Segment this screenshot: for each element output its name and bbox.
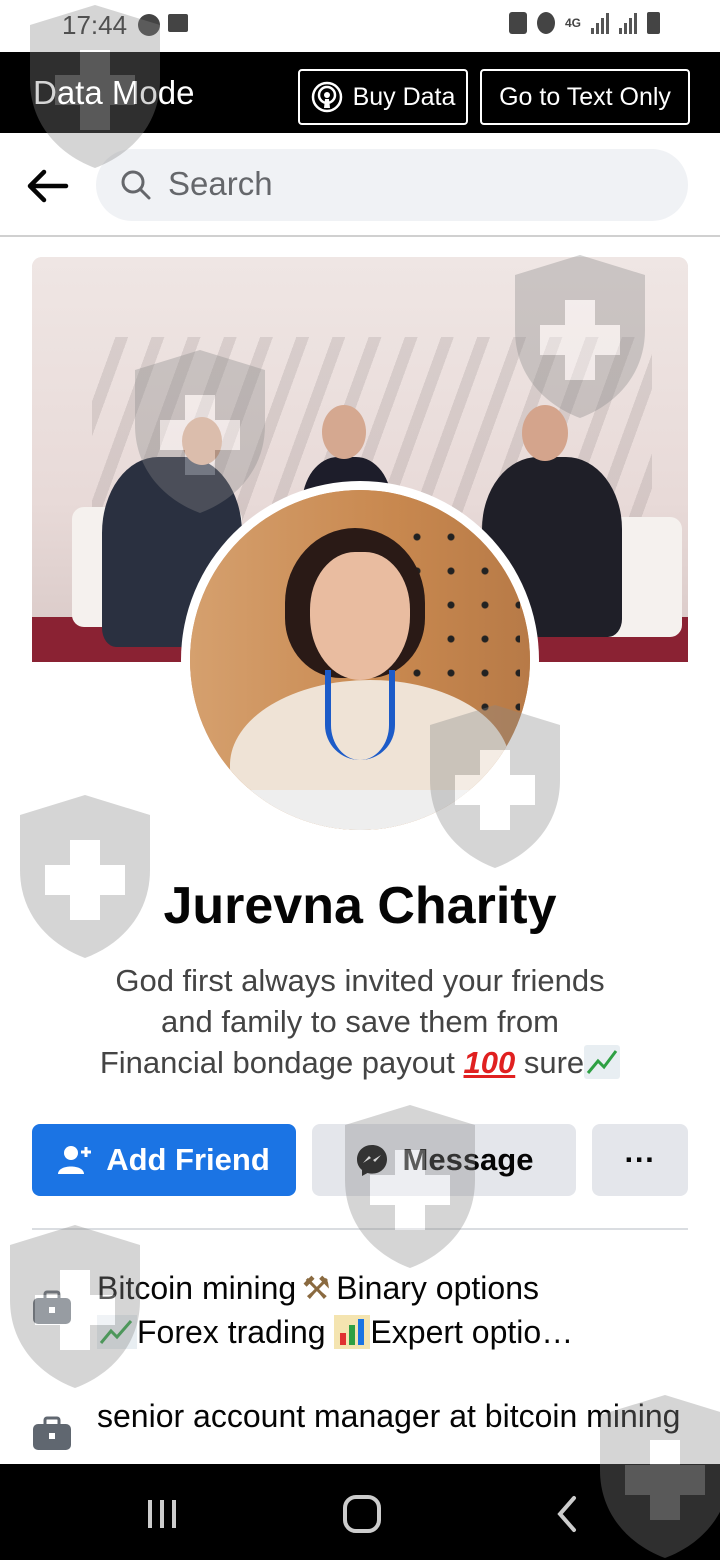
detail-2-text: senior account manager at bitcoin mining xyxy=(97,1398,681,1434)
chart-increasing-icon xyxy=(97,1315,137,1349)
home-icon[interactable] xyxy=(342,1494,382,1534)
profile-picture[interactable] xyxy=(190,490,530,830)
buy-data-button[interactable]: Buy Data xyxy=(298,69,468,125)
chat-notification-icon xyxy=(168,14,188,32)
network-type: 4G xyxy=(564,15,581,30)
add-friend-button[interactable]: Add Friend xyxy=(32,1124,296,1196)
data-mode-bar: Data Mode Buy Data Go to Text Only xyxy=(0,52,720,133)
message-label: Message xyxy=(402,1142,534,1177)
bio-line-1: God first always invited your friends xyxy=(115,963,605,998)
detail-1-line-1a: Bitcoin mining xyxy=(97,1270,297,1306)
alarm-icon xyxy=(536,12,555,34)
detail-item-work-1[interactable]: Bitcoin mining ⚒ Binary options Forex trad… xyxy=(32,1266,688,1366)
search-icon xyxy=(121,170,151,200)
profile-bio: God first always invited your friends an… xyxy=(60,960,660,1083)
detail-1-line-2a: Forex trading xyxy=(137,1314,326,1350)
more-icon: ··· xyxy=(624,1142,656,1177)
profile-name: Jurevna Charity xyxy=(163,877,557,935)
status-bar: 17:44 4G xyxy=(0,0,720,52)
detail-item-work-2[interactable]: senior account manager at bitcoin mining xyxy=(32,1394,688,1464)
data-mode-title: Data Mode xyxy=(33,74,195,111)
chart-increasing-icon xyxy=(584,1045,621,1079)
back-icon[interactable] xyxy=(548,1494,588,1534)
detail-1-line-1b: Binary options xyxy=(336,1270,539,1306)
search-row: Search xyxy=(0,133,720,237)
signal-icon xyxy=(591,12,609,34)
bio-line-2: and family to save them from xyxy=(161,1004,559,1039)
bio-line-3-end: sure xyxy=(523,1045,585,1080)
briefcase-icon xyxy=(33,1416,71,1450)
more-options-button[interactable]: ··· xyxy=(592,1124,688,1196)
bio-line-3: Financial bondage payout xyxy=(99,1045,455,1080)
text-only-button[interactable]: Go to Text Only xyxy=(480,69,690,125)
messenger-notification-icon xyxy=(138,14,160,36)
text-only-label: Go to Text Only xyxy=(499,82,671,111)
divider xyxy=(32,1228,688,1230)
search-placeholder: Search xyxy=(168,165,273,202)
search-input[interactable]: Search xyxy=(96,149,688,221)
hammer-pick-icon: ⚒ xyxy=(301,1270,331,1306)
back-arrow-icon[interactable] xyxy=(22,161,72,211)
broadcast-icon xyxy=(311,81,342,113)
recent-apps-icon[interactable] xyxy=(142,1494,182,1534)
buy-data-label: Buy Data xyxy=(352,82,456,111)
bar-chart-icon xyxy=(334,1315,371,1349)
battery-icon xyxy=(647,12,660,34)
messenger-icon xyxy=(356,1145,387,1176)
detail-1-line-2b: Expert optio… xyxy=(370,1314,574,1350)
recycle-icon xyxy=(508,12,527,34)
status-time: 17:44 xyxy=(62,10,128,40)
signal-icon-2 xyxy=(619,12,637,34)
add-person-icon xyxy=(58,1146,92,1174)
add-friend-label: Add Friend xyxy=(106,1142,270,1177)
navigation-bar xyxy=(0,1464,720,1560)
profile-picture-frame xyxy=(181,481,539,839)
hundred-emoji-icon: 100 xyxy=(463,1045,516,1080)
message-button[interactable]: Message xyxy=(312,1124,576,1196)
briefcase-icon xyxy=(33,1290,71,1324)
